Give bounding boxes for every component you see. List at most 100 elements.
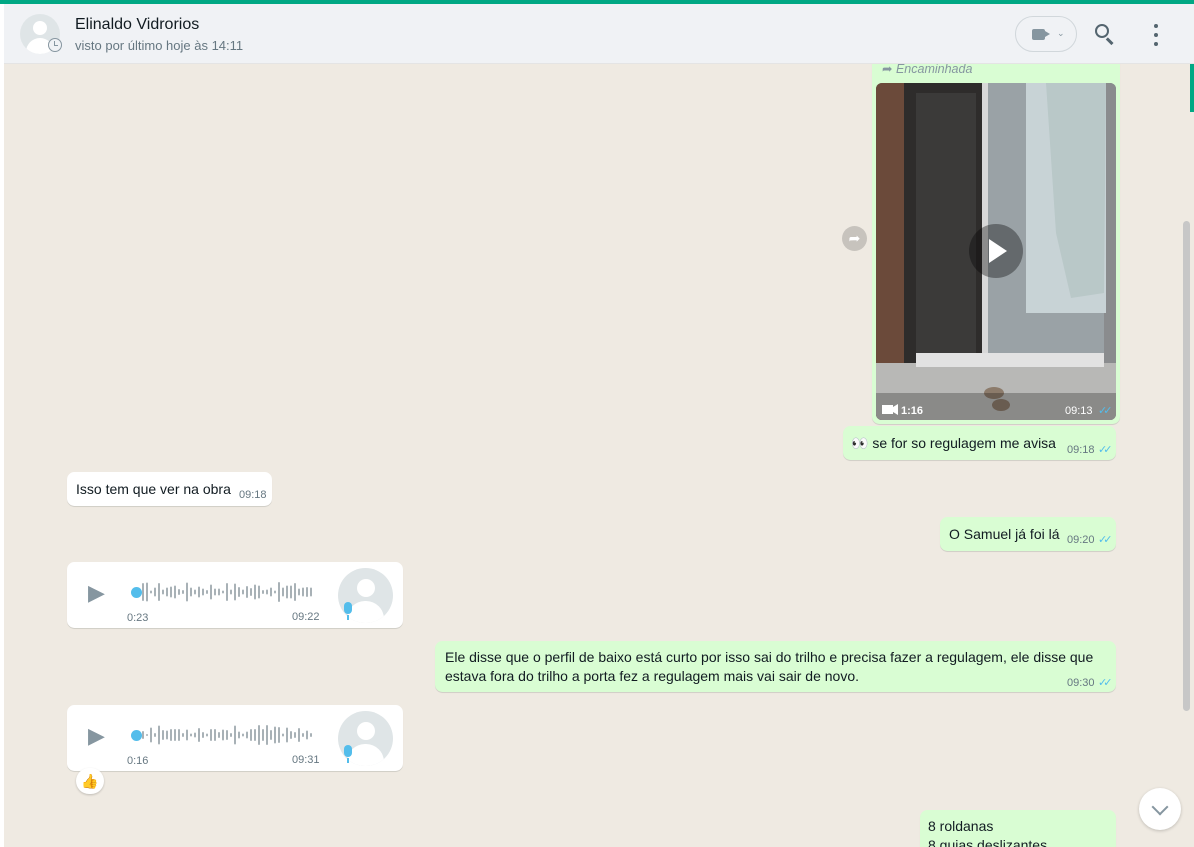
waveform-bar xyxy=(150,590,152,594)
waveform-bar xyxy=(174,585,176,599)
play-icon[interactable]: ▶ xyxy=(88,580,105,606)
waveform-bar xyxy=(166,730,168,740)
message-text: O Samuel já foi lá xyxy=(949,526,1060,542)
waveform-bar xyxy=(286,727,288,743)
waveform-bar xyxy=(146,582,148,602)
waveform-bar xyxy=(238,587,240,597)
audio-time: 09:31 xyxy=(292,754,320,766)
waveform-bar xyxy=(258,725,260,745)
waveform-bar xyxy=(286,585,288,599)
waveform-bar xyxy=(182,590,184,594)
waveform-bar xyxy=(190,733,192,737)
read-ticks-icon: ✓✓ xyxy=(1098,677,1113,689)
audio-progress-handle[interactable] xyxy=(131,587,142,598)
waveform-bar xyxy=(298,728,300,742)
waveform-bar xyxy=(306,730,308,740)
waveform-bar xyxy=(294,732,296,738)
message-time: 09:18 xyxy=(1067,444,1095,456)
waveform-bar xyxy=(194,732,196,738)
waveform-bar xyxy=(234,725,236,745)
audio-duration: 0:16 xyxy=(127,755,149,767)
waveform-bar xyxy=(206,733,208,737)
message-text: Ele disse que o perfil de baixo está cur… xyxy=(445,649,1094,684)
waveform-bar xyxy=(250,729,252,741)
waveform-bar xyxy=(146,734,148,736)
audio-waveform[interactable] xyxy=(142,723,314,747)
audio-progress-handle[interactable] xyxy=(131,730,142,741)
contact-status: visto por último hoje às 14:11 xyxy=(75,38,244,53)
chat-panel[interactable]: ➦ Encaminhada 1:16 09:13 ✓✓ ➦ 👀 se for s… xyxy=(4,64,1190,847)
message-time: 09:20 xyxy=(1067,534,1095,546)
message-text: Isso tem que ver na obra xyxy=(76,481,231,497)
waveform-bar xyxy=(190,587,192,597)
thumbs-up-reaction[interactable]: 👍 xyxy=(76,768,104,794)
contact-name[interactable]: Elinaldo Vidrorios xyxy=(75,16,199,34)
video-call-button[interactable]: ⌄ xyxy=(1015,16,1077,52)
waveform-bar xyxy=(182,733,184,737)
waveform-bar xyxy=(258,585,260,599)
waveform-bar xyxy=(298,588,300,596)
waveform-bar xyxy=(270,587,272,597)
forwarded-label: ➦ Encaminhada xyxy=(882,64,973,76)
waveform-bar xyxy=(266,725,268,745)
waveform-bar xyxy=(170,729,172,741)
waveform-bar xyxy=(158,725,160,745)
waveform-bar xyxy=(242,589,244,595)
video-thumbnail[interactable] xyxy=(876,83,1116,420)
waveform-bar xyxy=(290,585,292,599)
eyes-emoji: 👀 xyxy=(851,435,869,451)
waveform-bar xyxy=(270,730,272,740)
waveform-bar xyxy=(154,733,156,737)
waveform-bar xyxy=(226,730,228,740)
read-ticks-icon: ✓✓ xyxy=(1098,444,1113,456)
waveform-bar xyxy=(198,728,200,742)
waveform-bar xyxy=(202,588,204,596)
scroll-down-button[interactable] xyxy=(1139,788,1181,830)
waveform-bar xyxy=(198,586,200,598)
waveform-bar xyxy=(262,729,264,741)
waveform-bar xyxy=(142,583,144,601)
waveform-bar xyxy=(186,582,188,602)
waveform-bar xyxy=(178,589,180,595)
microphone-icon xyxy=(344,602,352,620)
video-frame-image xyxy=(876,83,1116,420)
waveform-bar xyxy=(186,729,188,741)
waveform-bar xyxy=(302,587,304,597)
waveform-bar xyxy=(274,726,276,744)
waveform-bar xyxy=(230,733,232,737)
clock-icon xyxy=(48,38,62,52)
waveform-bar xyxy=(222,729,224,741)
waveform-bar xyxy=(170,586,172,598)
waveform-bar xyxy=(306,587,308,597)
audio-time: 09:22 xyxy=(292,611,320,623)
waveform-bar xyxy=(218,588,220,596)
waveform-bar xyxy=(246,731,248,739)
audio-waveform[interactable] xyxy=(142,580,314,604)
chat-header[interactable]: Elinaldo Vidrorios visto por último hoje… xyxy=(4,4,1194,64)
forward-button[interactable]: ➦ xyxy=(842,226,867,251)
waveform-bar xyxy=(262,590,264,594)
waveform-bar xyxy=(278,727,280,743)
waveform-bar xyxy=(278,582,280,602)
waveform-bar xyxy=(174,729,176,741)
waveform-bar xyxy=(310,733,312,737)
search-button[interactable] xyxy=(1093,22,1119,48)
play-icon[interactable]: ▶ xyxy=(88,723,105,749)
waveform-bar xyxy=(178,729,180,741)
waveform-bar xyxy=(218,732,220,738)
waveform-bar xyxy=(254,584,256,600)
chevron-down-icon: ⌄ xyxy=(1057,28,1065,38)
scrollbar[interactable] xyxy=(1183,221,1190,711)
waveform-bar xyxy=(226,583,228,601)
waveform-bar xyxy=(150,727,152,743)
menu-button[interactable] xyxy=(1149,24,1163,46)
message-text: 👀 se for so regulagem me avisa xyxy=(851,435,1056,451)
waveform-bar xyxy=(154,587,156,597)
microphone-icon xyxy=(344,745,352,763)
read-ticks-icon: ✓✓ xyxy=(1098,534,1113,546)
waveform-bar xyxy=(210,729,212,741)
video-duration: 1:16 xyxy=(901,405,924,417)
forward-icon: ➦ xyxy=(848,230,861,246)
video-camera-icon xyxy=(1032,29,1050,40)
waveform-bar xyxy=(142,731,144,739)
